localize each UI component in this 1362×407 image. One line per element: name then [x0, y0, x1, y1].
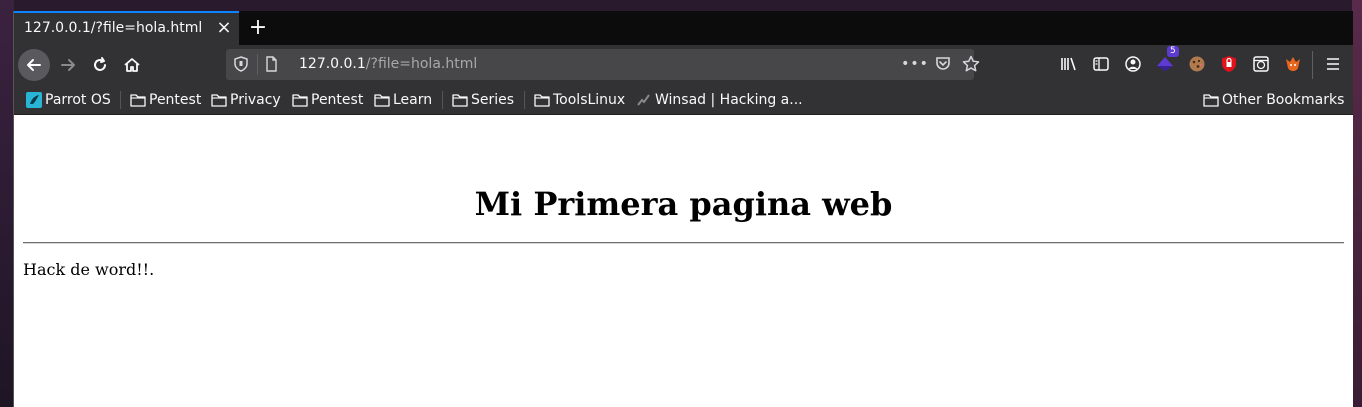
bookmark-label: Learn — [393, 92, 433, 108]
site-icon — [637, 94, 650, 106]
folder-icon — [292, 94, 308, 107]
bookmark-folder-toolslinux[interactable]: ToolsLinux — [534, 90, 625, 110]
urlbar-divider — [257, 54, 258, 75]
url-host: 127.0.0.1 — [299, 56, 366, 72]
web-extension-icon[interactable] — [1250, 53, 1272, 75]
desktop-background-right — [1352, 0, 1362, 407]
close-tab-icon[interactable]: × — [214, 18, 234, 38]
parrot-icon — [26, 92, 42, 108]
library-icon[interactable] — [1058, 53, 1080, 75]
extension-badge: 5 — [1167, 46, 1179, 57]
reload-icon — [94, 57, 106, 71]
bookmark-label: Winsad | Hacking a... — [655, 92, 803, 108]
bookmark-label: Pentest — [149, 92, 202, 108]
bookmark-folder-series[interactable]: Series — [452, 90, 514, 110]
folder-icon — [130, 94, 146, 107]
page-actions-icon[interactable]: ••• — [901, 53, 928, 75]
bookmark-label: Series — [471, 92, 515, 108]
tab-title: 127.0.0.1/?file=hola.html — [24, 20, 203, 36]
bookmark-folder-learn[interactable]: Learn — [374, 90, 432, 110]
ublock-shield-icon[interactable] — [1218, 53, 1240, 75]
home-icon — [124, 58, 140, 72]
bookmark-folder-privacy[interactable]: Privacy — [211, 90, 281, 110]
bookmark-label: Privacy — [230, 92, 281, 108]
forward-button[interactable] — [52, 49, 84, 81]
toolbar-divider — [1312, 51, 1313, 79]
other-bookmarks[interactable]: Other Bookmarks — [1203, 90, 1344, 110]
page-paragraph: Hack de word!!. — [23, 260, 155, 279]
page-heading: Mi Primera pagina web — [474, 185, 893, 223]
sidebar-icon[interactable] — [1090, 53, 1112, 75]
back-button[interactable] — [18, 49, 50, 81]
tab-strip: 127.0.0.1/?file=hola.html × + — [14, 11, 1353, 45]
navigation-toolbar: 127.0.0.1/?file=hola.html ••• 5 — [14, 45, 1353, 85]
reload-button[interactable] — [84, 49, 116, 81]
bookmark-winsad[interactable]: Winsad | Hacking a... — [636, 90, 803, 110]
bookmark-parrot-os[interactable]: Parrot OS — [26, 90, 111, 110]
page-info-icon[interactable] — [260, 53, 282, 75]
account-icon[interactable] — [1122, 53, 1144, 75]
url-path: /?file=hola.html — [365, 56, 478, 72]
bookmark-label: ToolsLinux — [553, 92, 626, 108]
address-bar[interactable]: 127.0.0.1/?file=hola.html ••• — [226, 49, 980, 80]
bookmark-separator — [120, 91, 121, 109]
bookmark-star-icon[interactable] — [960, 53, 982, 75]
bookmark-folder-pentest[interactable]: Pentest — [130, 90, 201, 110]
bookmarks-toolbar: Parrot OS Pentest Privacy Pentest Learn … — [14, 85, 1353, 115]
bookmark-separator — [442, 91, 443, 109]
arrow-left-icon — [27, 59, 41, 71]
bookmark-separator — [524, 91, 525, 109]
home-button[interactable] — [116, 49, 148, 81]
horizontal-rule — [23, 242, 1344, 244]
folder-icon — [452, 94, 468, 107]
new-tab-button[interactable]: + — [245, 15, 271, 41]
bookmark-folder-pentest-2[interactable]: Pentest — [292, 90, 363, 110]
folder-icon — [534, 94, 550, 107]
tracking-protection-icon[interactable] — [230, 53, 252, 75]
foxyproxy-icon[interactable] — [1282, 53, 1304, 75]
desktop-background-left — [0, 0, 14, 407]
browser-window: 127.0.0.1/?file=hola.html × + 127.0.0.1/… — [13, 11, 1353, 407]
cookie-extension-icon[interactable] — [1186, 53, 1208, 75]
folder-icon — [1203, 94, 1219, 107]
bookmark-label: Parrot OS — [45, 92, 111, 108]
page-content: Mi Primera pagina web Hack de word!!. — [14, 115, 1353, 407]
pocket-icon[interactable] — [932, 53, 954, 75]
folder-icon — [211, 94, 227, 107]
arrow-right-icon — [61, 59, 75, 71]
tab-active[interactable]: 127.0.0.1/?file=hola.html × — [14, 11, 239, 45]
folder-icon — [374, 94, 390, 107]
bookmark-label: Pentest — [311, 92, 364, 108]
hamburger-menu-icon[interactable] — [1322, 53, 1344, 75]
url-text[interactable]: 127.0.0.1/?file=hola.html — [299, 56, 477, 72]
bookmark-label: Other Bookmarks — [1222, 92, 1345, 108]
